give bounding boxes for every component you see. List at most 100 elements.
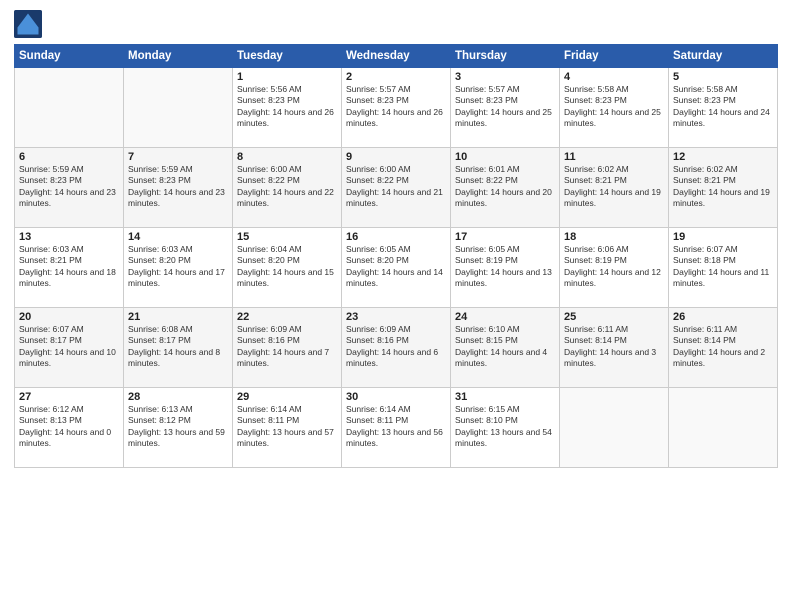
day-cell: 27Sunrise: 6:12 AM Sunset: 8:13 PM Dayli… — [15, 388, 124, 468]
day-info: Sunrise: 6:00 AM Sunset: 8:22 PM Dayligh… — [237, 164, 337, 210]
day-info: Sunrise: 6:04 AM Sunset: 8:20 PM Dayligh… — [237, 244, 337, 290]
day-cell: 24Sunrise: 6:10 AM Sunset: 8:15 PM Dayli… — [451, 308, 560, 388]
day-info: Sunrise: 5:57 AM Sunset: 8:23 PM Dayligh… — [346, 84, 446, 130]
logo-icon — [14, 10, 42, 38]
day-info: Sunrise: 6:11 AM Sunset: 8:14 PM Dayligh… — [673, 324, 773, 370]
day-cell: 19Sunrise: 6:07 AM Sunset: 8:18 PM Dayli… — [669, 228, 778, 308]
header — [14, 10, 778, 38]
day-cell: 23Sunrise: 6:09 AM Sunset: 8:16 PM Dayli… — [342, 308, 451, 388]
day-number: 19 — [673, 231, 773, 243]
day-cell: 17Sunrise: 6:05 AM Sunset: 8:19 PM Dayli… — [451, 228, 560, 308]
day-number: 27 — [19, 391, 119, 403]
day-info: Sunrise: 6:03 AM Sunset: 8:21 PM Dayligh… — [19, 244, 119, 290]
day-number: 12 — [673, 151, 773, 163]
day-cell: 7Sunrise: 5:59 AM Sunset: 8:23 PM Daylig… — [124, 148, 233, 228]
day-number: 3 — [455, 71, 555, 83]
day-info: Sunrise: 6:05 AM Sunset: 8:19 PM Dayligh… — [455, 244, 555, 290]
day-info: Sunrise: 6:06 AM Sunset: 8:19 PM Dayligh… — [564, 244, 664, 290]
day-info: Sunrise: 6:09 AM Sunset: 8:16 PM Dayligh… — [237, 324, 337, 370]
day-info: Sunrise: 6:08 AM Sunset: 8:17 PM Dayligh… — [128, 324, 228, 370]
day-cell: 16Sunrise: 6:05 AM Sunset: 8:20 PM Dayli… — [342, 228, 451, 308]
day-info: Sunrise: 5:58 AM Sunset: 8:23 PM Dayligh… — [673, 84, 773, 130]
day-cell: 14Sunrise: 6:03 AM Sunset: 8:20 PM Dayli… — [124, 228, 233, 308]
day-number: 5 — [673, 71, 773, 83]
page: SundayMondayTuesdayWednesdayThursdayFrid… — [0, 0, 792, 612]
day-cell: 3Sunrise: 5:57 AM Sunset: 8:23 PM Daylig… — [451, 68, 560, 148]
header-cell-friday: Friday — [560, 45, 669, 68]
header-cell-thursday: Thursday — [451, 45, 560, 68]
header-cell-wednesday: Wednesday — [342, 45, 451, 68]
day-info: Sunrise: 5:57 AM Sunset: 8:23 PM Dayligh… — [455, 84, 555, 130]
day-number: 31 — [455, 391, 555, 403]
day-cell: 20Sunrise: 6:07 AM Sunset: 8:17 PM Dayli… — [15, 308, 124, 388]
day-info: Sunrise: 5:56 AM Sunset: 8:23 PM Dayligh… — [237, 84, 337, 130]
day-number: 8 — [237, 151, 337, 163]
header-cell-saturday: Saturday — [669, 45, 778, 68]
day-cell: 4Sunrise: 5:58 AM Sunset: 8:23 PM Daylig… — [560, 68, 669, 148]
day-info: Sunrise: 6:12 AM Sunset: 8:13 PM Dayligh… — [19, 404, 119, 450]
day-cell: 10Sunrise: 6:01 AM Sunset: 8:22 PM Dayli… — [451, 148, 560, 228]
day-number: 11 — [564, 151, 664, 163]
day-number: 23 — [346, 311, 446, 323]
day-cell: 5Sunrise: 5:58 AM Sunset: 8:23 PM Daylig… — [669, 68, 778, 148]
day-cell: 9Sunrise: 6:00 AM Sunset: 8:22 PM Daylig… — [342, 148, 451, 228]
day-cell: 18Sunrise: 6:06 AM Sunset: 8:19 PM Dayli… — [560, 228, 669, 308]
day-cell: 31Sunrise: 6:15 AM Sunset: 8:10 PM Dayli… — [451, 388, 560, 468]
day-info: Sunrise: 6:14 AM Sunset: 8:11 PM Dayligh… — [237, 404, 337, 450]
day-number: 10 — [455, 151, 555, 163]
day-cell: 21Sunrise: 6:08 AM Sunset: 8:17 PM Dayli… — [124, 308, 233, 388]
day-number: 4 — [564, 71, 664, 83]
day-cell: 28Sunrise: 6:13 AM Sunset: 8:12 PM Dayli… — [124, 388, 233, 468]
header-cell-sunday: Sunday — [15, 45, 124, 68]
day-cell: 8Sunrise: 6:00 AM Sunset: 8:22 PM Daylig… — [233, 148, 342, 228]
day-number: 2 — [346, 71, 446, 83]
day-cell — [560, 388, 669, 468]
day-number: 17 — [455, 231, 555, 243]
day-info: Sunrise: 6:07 AM Sunset: 8:17 PM Dayligh… — [19, 324, 119, 370]
day-number: 25 — [564, 311, 664, 323]
day-cell: 15Sunrise: 6:04 AM Sunset: 8:20 PM Dayli… — [233, 228, 342, 308]
day-number: 6 — [19, 151, 119, 163]
day-cell — [669, 388, 778, 468]
day-info: Sunrise: 6:02 AM Sunset: 8:21 PM Dayligh… — [673, 164, 773, 210]
day-info: Sunrise: 6:15 AM Sunset: 8:10 PM Dayligh… — [455, 404, 555, 450]
day-info: Sunrise: 6:10 AM Sunset: 8:15 PM Dayligh… — [455, 324, 555, 370]
day-info: Sunrise: 6:00 AM Sunset: 8:22 PM Dayligh… — [346, 164, 446, 210]
day-number: 29 — [237, 391, 337, 403]
header-row: SundayMondayTuesdayWednesdayThursdayFrid… — [15, 45, 778, 68]
day-info: Sunrise: 6:02 AM Sunset: 8:21 PM Dayligh… — [564, 164, 664, 210]
day-info: Sunrise: 6:03 AM Sunset: 8:20 PM Dayligh… — [128, 244, 228, 290]
day-cell: 22Sunrise: 6:09 AM Sunset: 8:16 PM Dayli… — [233, 308, 342, 388]
logo — [14, 10, 46, 38]
day-number: 28 — [128, 391, 228, 403]
day-cell: 25Sunrise: 6:11 AM Sunset: 8:14 PM Dayli… — [560, 308, 669, 388]
day-cell: 12Sunrise: 6:02 AM Sunset: 8:21 PM Dayli… — [669, 148, 778, 228]
day-number: 9 — [346, 151, 446, 163]
day-cell: 13Sunrise: 6:03 AM Sunset: 8:21 PM Dayli… — [15, 228, 124, 308]
day-number: 26 — [673, 311, 773, 323]
day-cell: 1Sunrise: 5:56 AM Sunset: 8:23 PM Daylig… — [233, 68, 342, 148]
day-number: 1 — [237, 71, 337, 83]
day-info: Sunrise: 6:14 AM Sunset: 8:11 PM Dayligh… — [346, 404, 446, 450]
day-info: Sunrise: 6:05 AM Sunset: 8:20 PM Dayligh… — [346, 244, 446, 290]
day-cell: 30Sunrise: 6:14 AM Sunset: 8:11 PM Dayli… — [342, 388, 451, 468]
day-cell — [124, 68, 233, 148]
day-info: Sunrise: 5:59 AM Sunset: 8:23 PM Dayligh… — [19, 164, 119, 210]
day-cell: 2Sunrise: 5:57 AM Sunset: 8:23 PM Daylig… — [342, 68, 451, 148]
day-number: 14 — [128, 231, 228, 243]
day-info: Sunrise: 6:13 AM Sunset: 8:12 PM Dayligh… — [128, 404, 228, 450]
day-cell: 6Sunrise: 5:59 AM Sunset: 8:23 PM Daylig… — [15, 148, 124, 228]
day-info: Sunrise: 5:58 AM Sunset: 8:23 PM Dayligh… — [564, 84, 664, 130]
day-number: 30 — [346, 391, 446, 403]
day-cell: 11Sunrise: 6:02 AM Sunset: 8:21 PM Dayli… — [560, 148, 669, 228]
day-number: 13 — [19, 231, 119, 243]
day-info: Sunrise: 6:09 AM Sunset: 8:16 PM Dayligh… — [346, 324, 446, 370]
day-number: 15 — [237, 231, 337, 243]
header-cell-tuesday: Tuesday — [233, 45, 342, 68]
calendar-table: SundayMondayTuesdayWednesdayThursdayFrid… — [14, 44, 778, 468]
day-info: Sunrise: 6:01 AM Sunset: 8:22 PM Dayligh… — [455, 164, 555, 210]
day-number: 21 — [128, 311, 228, 323]
day-number: 16 — [346, 231, 446, 243]
day-number: 7 — [128, 151, 228, 163]
week-row-1: 1Sunrise: 5:56 AM Sunset: 8:23 PM Daylig… — [15, 68, 778, 148]
